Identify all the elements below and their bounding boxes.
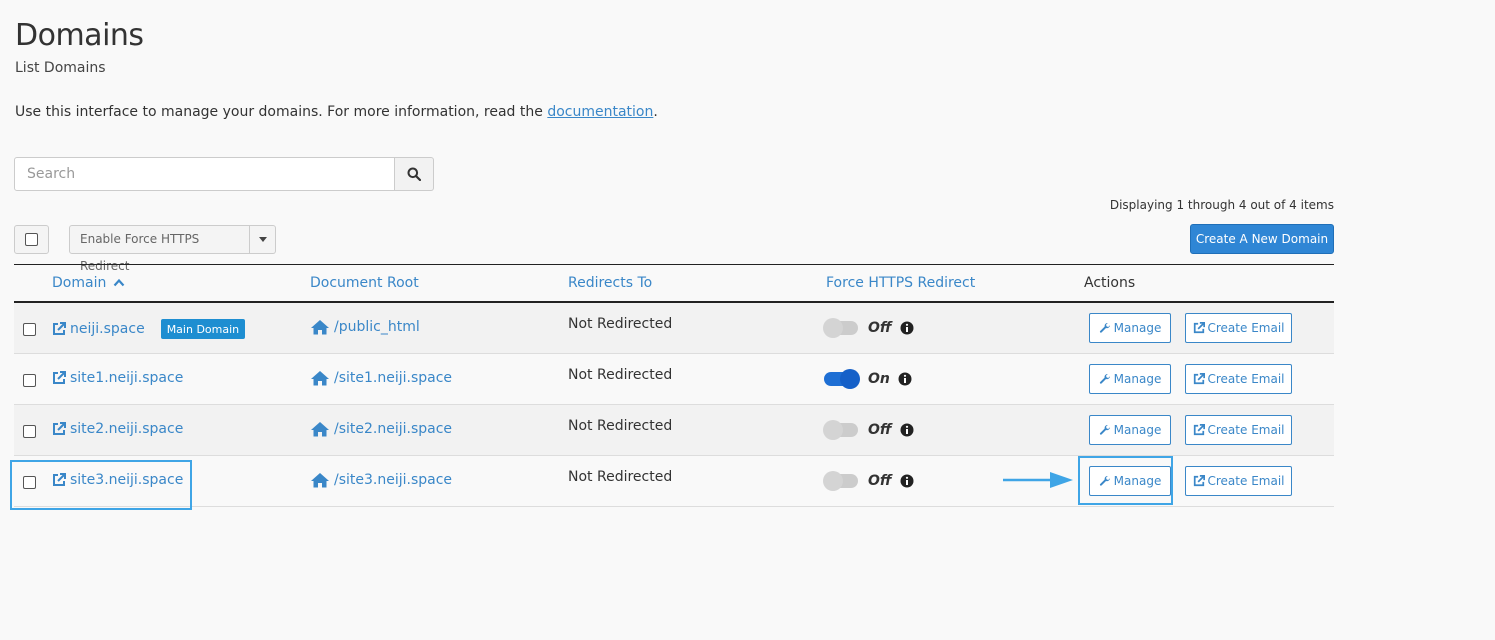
column-domain[interactable]: Domain <box>52 275 125 291</box>
manage-button[interactable]: Manage <box>1089 415 1171 445</box>
document-root-link[interactable]: /site1.neiji.space <box>310 370 452 386</box>
domain-link[interactable]: site1.neiji.space <box>52 370 183 386</box>
external-link-icon <box>1193 424 1205 436</box>
info-icon[interactable] <box>900 474 914 488</box>
create-email-button[interactable]: Create Email <box>1185 466 1292 496</box>
column-domain-label: Domain <box>52 275 107 291</box>
redirect-status: Not Redirected <box>568 316 673 332</box>
search-icon <box>407 167 421 181</box>
domain-name: neiji.space <box>70 321 145 337</box>
search-input[interactable] <box>14 157 395 191</box>
force-https-toggle[interactable]: On <box>824 369 912 389</box>
column-force-https[interactable]: Force HTTPS Redirect <box>826 275 975 291</box>
toggle-state-label: On <box>868 371 890 387</box>
manage-label: Manage <box>1113 372 1162 386</box>
sort-ascending-icon <box>113 278 125 287</box>
external-link-icon <box>53 322 66 335</box>
toggle-state-label: Off <box>868 422 892 438</box>
arrow-right-icon <box>1003 472 1073 488</box>
highlight-box-domain <box>10 460 192 510</box>
manage-button[interactable]: Manage <box>1089 364 1171 394</box>
chevron-down-icon <box>258 237 267 242</box>
table-row: site1.neiji.space /site1.neiji.space Not… <box>14 354 1334 405</box>
select-all-checkbox[interactable] <box>14 225 49 254</box>
force-https-toggle[interactable]: Off <box>823 420 914 440</box>
domain-link[interactable]: site2.neiji.space <box>52 421 183 437</box>
home-icon <box>311 422 329 437</box>
bulk-action-dropdown: Enable Force HTTPS Redirect <box>69 225 276 273</box>
document-root-path: /public_html <box>334 319 420 335</box>
documentation-link[interactable]: documentation <box>547 104 653 120</box>
create-email-label: Create Email <box>1207 474 1285 488</box>
manage-label: Manage <box>1113 321 1162 335</box>
create-email-label: Create Email <box>1207 321 1285 335</box>
create-email-button[interactable]: Create Email <box>1185 364 1292 394</box>
domain-name: site2.neiji.space <box>70 421 184 437</box>
search-button[interactable] <box>395 157 434 191</box>
manage-button[interactable]: Manage <box>1089 313 1171 343</box>
external-link-icon <box>1193 373 1205 385</box>
document-root-link[interactable]: /public_html <box>310 319 420 335</box>
bulk-action-button[interactable]: Enable Force HTTPS Redirect <box>69 225 250 273</box>
info-icon[interactable] <box>900 423 914 437</box>
home-icon <box>311 473 329 488</box>
domain-link[interactable]: neiji.space Main Domain <box>52 319 246 339</box>
checkbox-box <box>25 233 38 246</box>
manage-label: Manage <box>1113 423 1162 437</box>
external-link-icon <box>1193 475 1205 487</box>
domain-name: site1.neiji.space <box>70 370 184 386</box>
intro-text-after: . <box>653 104 658 120</box>
row-checkbox[interactable] <box>23 425 36 438</box>
redirect-status: Not Redirected <box>568 418 673 434</box>
external-link-icon <box>1193 322 1205 334</box>
force-https-toggle[interactable]: Off <box>823 318 914 338</box>
create-email-label: Create Email <box>1207 372 1285 386</box>
row-checkbox[interactable] <box>23 374 36 387</box>
document-root-path: /site3.neiji.space <box>334 472 453 488</box>
row-checkbox[interactable] <box>23 323 36 336</box>
column-redirects-to[interactable]: Redirects To <box>568 275 652 291</box>
create-email-label: Create Email <box>1207 423 1285 437</box>
toggle-state-label: Off <box>868 473 892 489</box>
search-bar <box>14 157 434 191</box>
create-domain-button[interactable]: Create A New Domain <box>1190 224 1334 254</box>
column-document-root[interactable]: Document Root <box>310 275 419 291</box>
force-https-toggle[interactable]: Off <box>823 471 914 491</box>
bulk-action-toggle[interactable] <box>250 225 276 254</box>
highlight-box-manage <box>1078 456 1173 505</box>
wrench-icon <box>1099 424 1110 435</box>
toggle-switch[interactable] <box>823 318 858 338</box>
page-subtitle: List Domains <box>15 60 106 76</box>
wrench-icon <box>1099 373 1110 384</box>
table-header: Domain Document Root Redirects To Force … <box>14 265 1334 303</box>
document-root-link[interactable]: /site3.neiji.space <box>310 472 452 488</box>
pagination-info: Displaying 1 through 4 out of 4 items <box>1109 198 1334 212</box>
create-email-button[interactable]: Create Email <box>1185 415 1292 445</box>
document-root-path: /site1.neiji.space <box>334 370 453 386</box>
toggle-switch[interactable] <box>823 420 858 440</box>
column-actions: Actions <box>1084 275 1136 291</box>
page-title: Domains <box>15 18 144 53</box>
main-domain-badge: Main Domain <box>160 319 246 339</box>
redirect-status: Not Redirected <box>568 469 673 485</box>
toggle-switch[interactable] <box>823 471 858 491</box>
table-row: neiji.space Main Domain /public_html Not… <box>14 303 1334 354</box>
intro-text-before: Use this interface to manage your domain… <box>15 104 548 120</box>
home-icon <box>311 320 329 335</box>
intro-text: Use this interface to manage your domain… <box>15 104 658 120</box>
external-link-icon <box>53 422 66 435</box>
info-icon[interactable] <box>900 321 914 335</box>
wrench-icon <box>1099 322 1110 333</box>
info-icon[interactable] <box>898 372 912 386</box>
toggle-state-label: Off <box>868 320 892 336</box>
home-icon <box>311 371 329 386</box>
redirect-status: Not Redirected <box>568 367 673 383</box>
document-root-path: /site2.neiji.space <box>334 421 453 437</box>
table-row: site2.neiji.space /site2.neiji.space Not… <box>14 405 1334 456</box>
external-link-icon <box>53 371 66 384</box>
document-root-link[interactable]: /site2.neiji.space <box>310 421 452 437</box>
toggle-switch[interactable] <box>824 369 860 389</box>
create-email-button[interactable]: Create Email <box>1185 313 1292 343</box>
